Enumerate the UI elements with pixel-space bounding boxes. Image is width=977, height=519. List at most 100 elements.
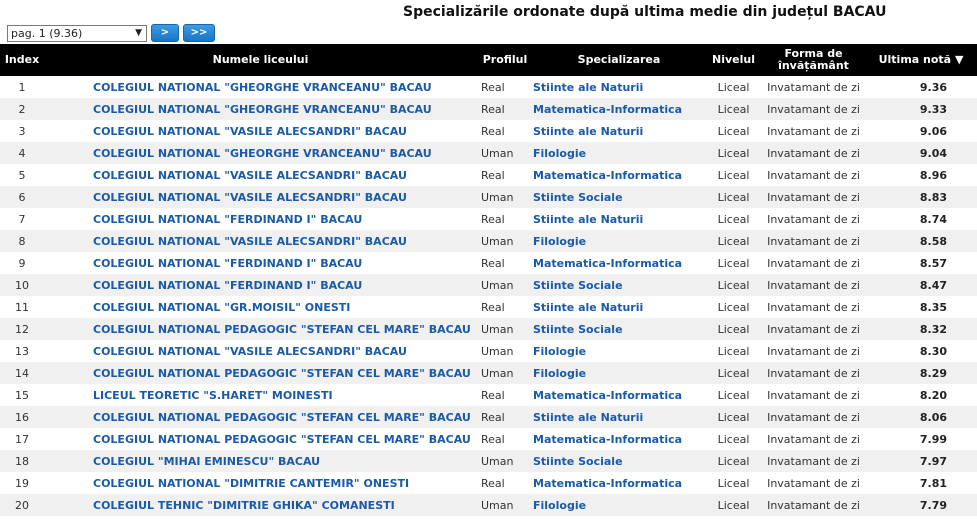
row-level: Liceal <box>717 432 750 446</box>
row-profile: Real <box>481 432 505 446</box>
specialization-link[interactable]: Stiinte ale Naturii <box>533 125 643 138</box>
specialization-link[interactable]: Stiinte ale Naturii <box>533 411 643 424</box>
row-form: Invatamant de zi <box>767 454 860 468</box>
row-form: Invatamant de zi <box>767 80 860 94</box>
column-header-grade[interactable]: Ultima notă ▼ <box>865 44 977 76</box>
specialization-link[interactable]: Matematica-Informatica <box>533 169 682 182</box>
row-profile: Real <box>481 102 505 116</box>
row-grade: 8.83 <box>919 190 947 204</box>
row-form: Invatamant de zi <box>767 234 860 248</box>
last-page-button[interactable]: >> <box>183 24 215 42</box>
table-row: 16 COLEGIUL NATIONAL PEDAGOGIC "STEFAN C… <box>0 406 977 428</box>
school-link[interactable]: COLEGIUL NATIONAL "VASILE ALECSANDRI" BA… <box>93 345 407 358</box>
specialization-link[interactable]: Filologie <box>533 235 586 248</box>
row-index: 19 <box>15 476 29 490</box>
column-header-form[interactable]: Forma de învățământ <box>762 44 865 76</box>
specialization-link[interactable]: Stiinte ale Naturii <box>533 213 643 226</box>
school-link[interactable]: COLEGIUL NATIONAL "VASILE ALECSANDRI" BA… <box>93 125 407 138</box>
row-form: Invatamant de zi <box>767 146 860 160</box>
results-table: Index Numele liceului Profilul Specializ… <box>0 44 977 516</box>
school-link[interactable]: COLEGIUL NATIONAL "DIMITRIE CANTEMIR" ON… <box>93 477 409 490</box>
specialization-link[interactable]: Filologie <box>533 367 586 380</box>
row-profile: Real <box>481 476 505 490</box>
school-link[interactable]: COLEGIUL NATIONAL "GHEORGHE VRANCEANU" B… <box>93 81 432 94</box>
school-link[interactable]: COLEGIUL NATIONAL "VASILE ALECSANDRI" BA… <box>93 169 407 182</box>
school-link[interactable]: COLEGIUL NATIONAL "GHEORGHE VRANCEANU" B… <box>93 147 432 160</box>
row-index: 16 <box>15 410 29 424</box>
page-title: Specializările ordonate după ultima medi… <box>403 4 887 20</box>
table-row: 12 COLEGIUL NATIONAL PEDAGOGIC "STEFAN C… <box>0 318 977 340</box>
row-index: 20 <box>15 498 29 512</box>
row-level: Liceal <box>717 146 750 160</box>
specialization-link[interactable]: Stiinte ale Naturii <box>533 81 643 94</box>
specialization-link[interactable]: Stiinte Sociale <box>533 279 623 292</box>
row-profile: Real <box>481 410 505 424</box>
school-link[interactable]: COLEGIUL "MIHAI EMINESCU" BACAU <box>93 455 320 468</box>
row-profile: Uman <box>481 454 514 468</box>
specialization-link[interactable]: Stiinte Sociale <box>533 455 623 468</box>
column-header-school[interactable]: Numele liceului <box>44 44 477 76</box>
row-level: Liceal <box>717 454 750 468</box>
table-row: 13 COLEGIUL NATIONAL "VASILE ALECSANDRI"… <box>0 340 977 362</box>
row-level: Liceal <box>717 322 750 336</box>
specialization-link[interactable]: Matematica-Informatica <box>533 103 682 116</box>
table-row: 5 COLEGIUL NATIONAL "VASILE ALECSANDRI" … <box>0 164 977 186</box>
table-row: 15 LICEUL TEORETIC "S.HARET" MOINESTI Re… <box>0 384 977 406</box>
school-link[interactable]: COLEGIUL NATIONAL PEDAGOGIC "STEFAN CEL … <box>93 411 471 424</box>
specialization-link[interactable]: Matematica-Informatica <box>533 433 682 446</box>
row-index: 1 <box>18 80 26 94</box>
row-level: Liceal <box>717 234 750 248</box>
school-link[interactable]: COLEGIUL NATIONAL "FERDINAND I" BACAU <box>93 257 362 270</box>
row-index: 12 <box>15 322 29 336</box>
school-link[interactable]: COLEGIUL NATIONAL "FERDINAND I" BACAU <box>93 279 362 292</box>
row-profile: Uman <box>481 498 514 512</box>
specialization-link[interactable]: Filologie <box>533 345 586 358</box>
row-profile: Real <box>481 80 505 94</box>
column-header-level[interactable]: Nivelul <box>705 44 762 76</box>
row-grade: 7.97 <box>919 454 947 468</box>
school-link[interactable]: COLEGIUL NATIONAL "GHEORGHE VRANCEANU" B… <box>93 103 432 116</box>
table-header-row: Index Numele liceului Profilul Specializ… <box>0 44 977 76</box>
specialization-link[interactable]: Matematica-Informatica <box>533 477 682 490</box>
row-profile: Uman <box>481 366 514 380</box>
row-form: Invatamant de zi <box>767 498 860 512</box>
row-grade: 8.96 <box>919 168 947 182</box>
specialization-link[interactable]: Stiinte ale Naturii <box>533 301 643 314</box>
page-select[interactable]: pag. 1 (9.36) ▼ <box>7 24 147 42</box>
school-link[interactable]: COLEGIUL NATIONAL PEDAGOGIC "STEFAN CEL … <box>93 433 471 446</box>
column-header-specialization[interactable]: Specializarea <box>533 44 705 76</box>
table-row: 7 COLEGIUL NATIONAL "FERDINAND I" BACAU … <box>0 208 977 230</box>
school-link[interactable]: COLEGIUL NATIONAL "VASILE ALECSANDRI" BA… <box>93 191 407 204</box>
row-index: 5 <box>18 168 26 182</box>
column-header-profile[interactable]: Profilul <box>477 44 533 76</box>
row-form: Invatamant de zi <box>767 410 860 424</box>
specialization-link[interactable]: Filologie <box>533 147 586 160</box>
row-grade: 8.32 <box>919 322 947 336</box>
table-row: 3 COLEGIUL NATIONAL "VASILE ALECSANDRI" … <box>0 120 977 142</box>
specialization-link[interactable]: Stiinte Sociale <box>533 323 623 336</box>
row-grade: 8.30 <box>919 344 947 358</box>
table-row: 10 COLEGIUL NATIONAL "FERDINAND I" BACAU… <box>0 274 977 296</box>
row-profile: Real <box>481 388 505 402</box>
column-header-index[interactable]: Index <box>0 44 44 76</box>
school-link[interactable]: COLEGIUL NATIONAL "FERDINAND I" BACAU <box>93 213 362 226</box>
specialization-link[interactable]: Matematica-Informatica <box>533 389 682 402</box>
school-link[interactable]: COLEGIUL TEHNIC "DIMITRIE GHIKA" COMANES… <box>93 499 395 512</box>
school-link[interactable]: COLEGIUL NATIONAL PEDAGOGIC "STEFAN CEL … <box>93 323 471 336</box>
row-form: Invatamant de zi <box>767 256 860 270</box>
row-profile: Real <box>481 124 505 138</box>
specialization-link[interactable]: Matematica-Informatica <box>533 257 682 270</box>
specialization-link[interactable]: Filologie <box>533 499 586 512</box>
school-link[interactable]: COLEGIUL NATIONAL "GR.MOISIL" ONESTI <box>93 301 350 314</box>
row-index: 10 <box>15 278 29 292</box>
school-link[interactable]: COLEGIUL NATIONAL PEDAGOGIC "STEFAN CEL … <box>93 367 471 380</box>
next-page-button[interactable]: > <box>151 24 179 42</box>
school-link[interactable]: LICEUL TEORETIC "S.HARET" MOINESTI <box>93 389 333 402</box>
row-profile: Real <box>481 212 505 226</box>
specialization-link[interactable]: Stiinte Sociale <box>533 191 623 204</box>
row-index: 4 <box>18 146 26 160</box>
page-select-value: pag. 1 (9.36) <box>11 26 83 40</box>
school-link[interactable]: COLEGIUL NATIONAL "VASILE ALECSANDRI" BA… <box>93 235 407 248</box>
row-index: 13 <box>15 344 29 358</box>
row-grade: 8.29 <box>919 366 947 380</box>
